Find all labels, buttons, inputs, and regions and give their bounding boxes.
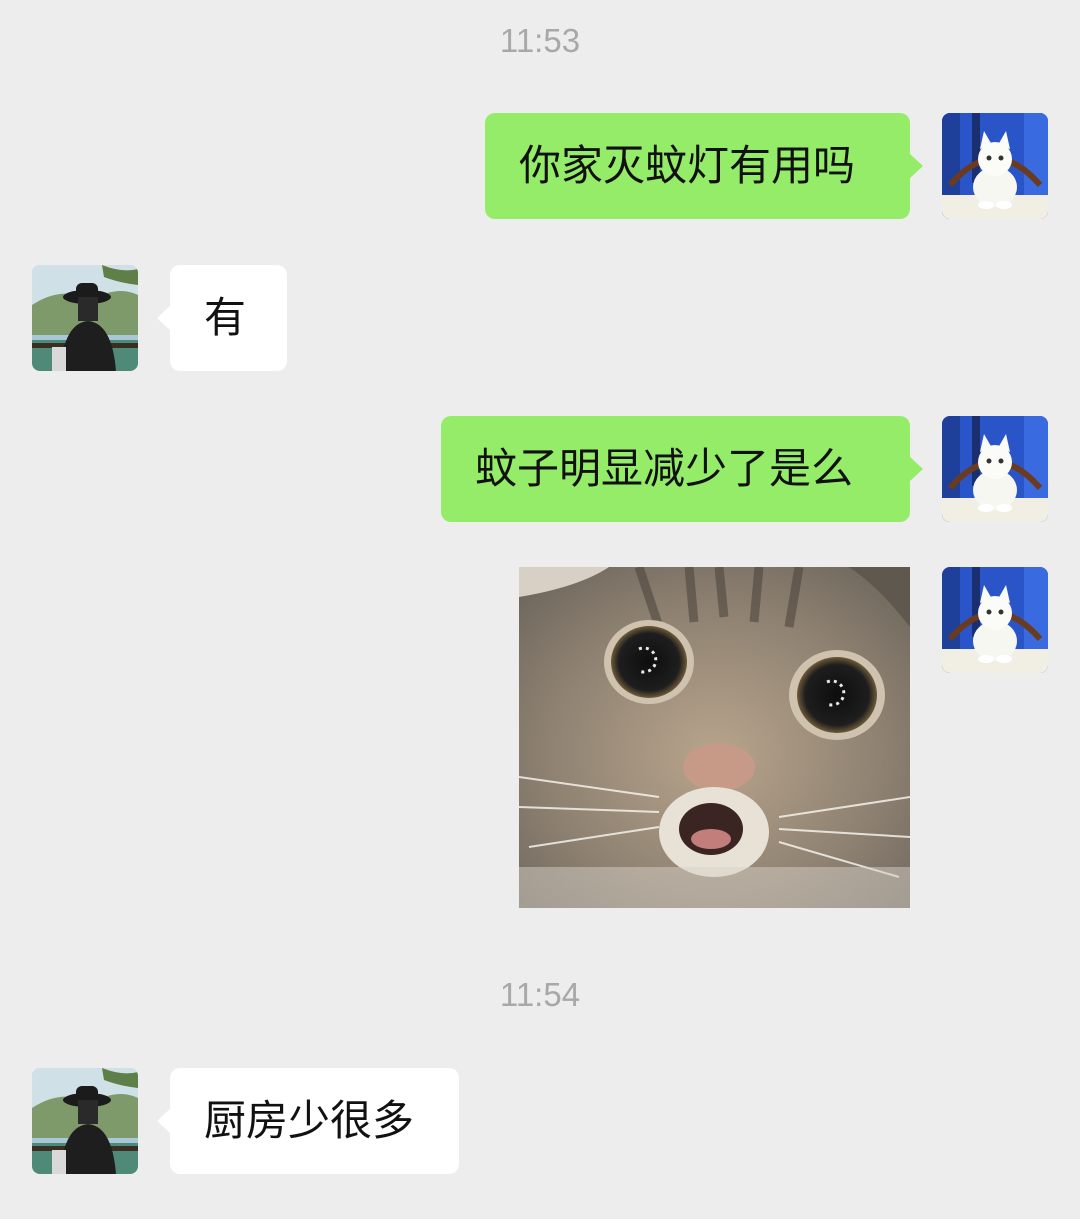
message-text: 你家灭蚊灯有用吗 <box>519 141 856 190</box>
surprised-cat-image <box>519 567 910 908</box>
my-avatar[interactable] <box>942 113 1048 219</box>
incoming-message-bubble[interactable]: 有 <box>157 265 287 371</box>
my-avatar[interactable] <box>942 567 1048 673</box>
white-cat-avatar-icon <box>942 567 1048 673</box>
surprised-cat-sticker[interactable] <box>519 567 910 908</box>
outgoing-message-bubble[interactable]: 蚊子明显减少了是么 <box>441 416 923 522</box>
message-text: 有 <box>204 293 247 342</box>
message-text: 蚊子明显减少了是么 <box>475 444 854 493</box>
timestamp: 11:53 <box>499 22 581 59</box>
white-cat-avatar-icon <box>942 416 1048 522</box>
timestamp: 11:54 <box>499 976 581 1013</box>
person-in-hat-avatar-icon <box>32 265 138 371</box>
chat-view: 11:53 你家灭蚊灯有用吗 有 蚊子明显减少了是么 11:54 厨房少很多 <box>0 0 1080 1219</box>
person-in-hat-avatar-icon <box>32 1068 138 1174</box>
my-avatar[interactable] <box>942 416 1048 522</box>
friend-avatar[interactable] <box>32 265 138 371</box>
incoming-message-bubble[interactable]: 厨房少很多 <box>157 1068 459 1174</box>
message-text: 厨房少很多 <box>204 1096 415 1145</box>
friend-avatar[interactable] <box>32 1068 138 1174</box>
white-cat-avatar-icon <box>942 113 1048 219</box>
outgoing-message-bubble[interactable]: 你家灭蚊灯有用吗 <box>485 113 923 219</box>
